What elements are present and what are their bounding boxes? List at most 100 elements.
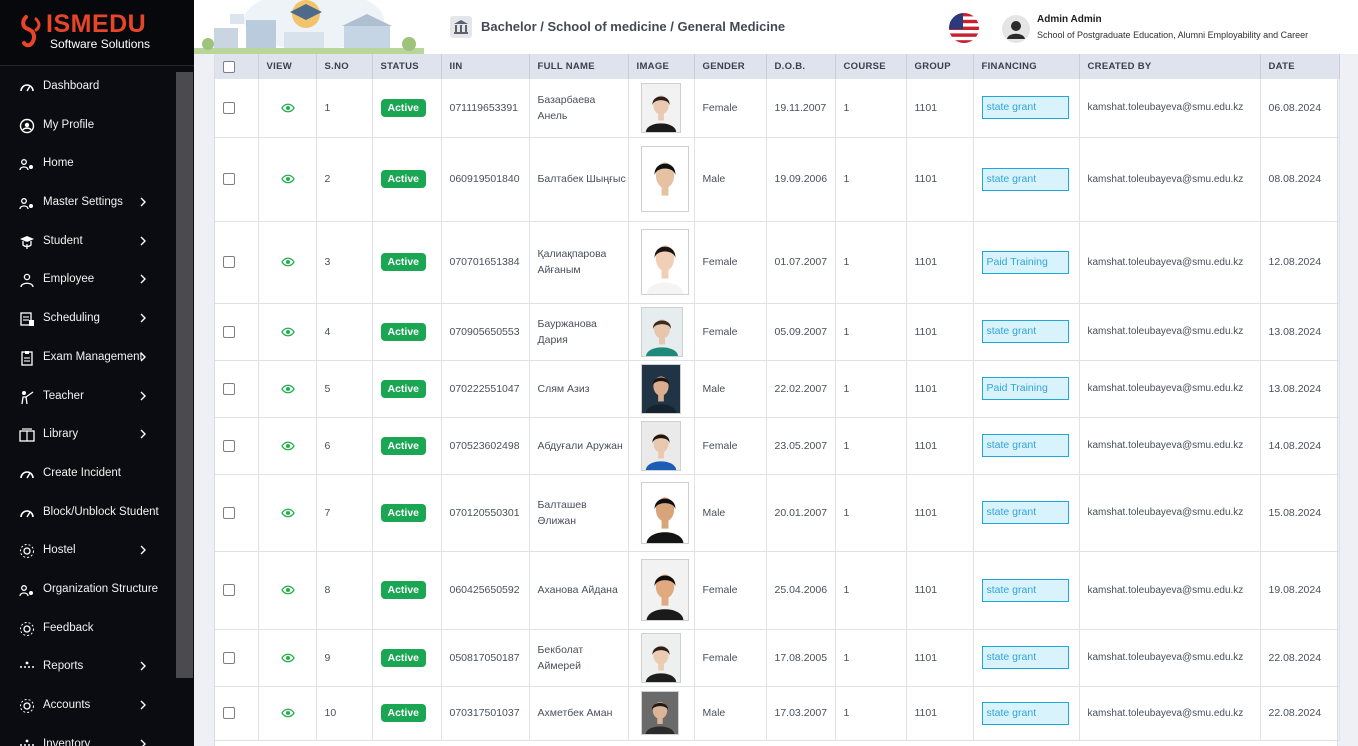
chevron-right-icon[interactable] — [139, 428, 147, 440]
sidebar-item-block-unblock-student[interactable]: Block/Unblock Student — [0, 493, 176, 532]
chevron-right-icon[interactable] — [139, 312, 147, 324]
row-checkbox[interactable] — [223, 439, 235, 452]
student-photo[interactable] — [640, 363, 681, 414]
sidebar-item-my-profile[interactable]: My Profile — [0, 106, 176, 145]
course-cell: 1 — [835, 474, 907, 552]
logo[interactable]: ISMEDU Software Solutions — [0, 0, 194, 66]
sidebar-item-student[interactable]: Student — [0, 222, 176, 261]
eye-icon[interactable] — [280, 257, 295, 267]
sidebar-item-feedback[interactable]: Feedback — [0, 609, 176, 648]
chevron-right-icon[interactable] — [139, 390, 147, 402]
row-checkbox[interactable] — [223, 707, 235, 720]
table-row[interactable]: 2 Active 060919501840 Балтабек Шыңғыс Male 19… — [215, 137, 1340, 222]
row-checkbox[interactable] — [223, 101, 235, 114]
eye-icon[interactable] — [280, 653, 295, 663]
row-checkbox[interactable] — [223, 325, 235, 338]
financing-field[interactable]: state grant — [981, 701, 1069, 725]
sidebar-item-reports[interactable]: Reports — [0, 647, 176, 686]
view-cell — [258, 137, 317, 222]
select-all-header[interactable] — [215, 54, 259, 79]
row-checkbox[interactable] — [223, 173, 235, 186]
row-checkbox[interactable] — [223, 382, 235, 395]
sidebar-item-organization-structure[interactable]: Organization Structure — [0, 570, 176, 609]
financing-field[interactable]: Paid Training — [981, 250, 1069, 274]
student-photo[interactable] — [640, 559, 689, 621]
eye-icon[interactable] — [280, 508, 295, 518]
sidebar-item-hostel[interactable]: Hostel — [0, 531, 176, 570]
row-checkbox[interactable] — [223, 651, 235, 664]
financing-field[interactable]: state grant — [981, 167, 1069, 191]
sidebar-item-scheduling[interactable]: Scheduling — [0, 299, 176, 338]
incident-icon — [20, 471, 34, 479]
user-avatar-icon[interactable] — [1002, 15, 1030, 43]
table-row[interactable]: 7 Active 070120550301 Балташев Әлижан Male 20… — [215, 474, 1340, 552]
chevron-right-icon[interactable] — [139, 738, 147, 746]
sidebar-item-employee[interactable]: Employee — [0, 260, 176, 299]
row-checkbox[interactable] — [223, 584, 235, 597]
student-photo[interactable] — [640, 481, 689, 544]
chevron-right-icon[interactable] — [139, 660, 147, 672]
financing-field[interactable]: state grant — [981, 578, 1069, 602]
sidebar-item-inventory[interactable]: Inventory — [0, 725, 176, 746]
eye-icon[interactable] — [280, 708, 295, 718]
sidebar: ISMEDU Software Solutions Dashboard My Pr… — [0, 0, 194, 746]
chevron-right-icon[interactable] — [139, 196, 147, 208]
table-row[interactable]: 3 Active 070701651384 Қалиақпарова Айғаным F… — [215, 221, 1340, 304]
sidebar-scrollbar[interactable] — [176, 72, 193, 678]
chevron-right-icon[interactable] — [139, 699, 147, 711]
column-header-s-no: S.NO — [316, 54, 373, 79]
chevron-right-icon[interactable] — [139, 544, 147, 556]
eye-icon[interactable] — [280, 441, 295, 451]
sidebar-item-accounts[interactable]: Accounts — [0, 686, 176, 725]
financing-field[interactable]: state grant — [981, 501, 1069, 524]
profile-icon — [19, 118, 35, 133]
sidebar-item-library[interactable]: Library — [0, 415, 176, 454]
breadcrumb[interactable]: Bachelor / School of medicine / General … — [481, 19, 785, 34]
student-photo[interactable] — [640, 632, 681, 683]
full-name-cell: Балташев Әлижан — [529, 474, 629, 552]
sidebar-item-dashboard[interactable]: Dashboard — [0, 67, 176, 106]
chevron-right-icon[interactable] — [139, 273, 147, 285]
sidebar-item-label: Library — [43, 428, 79, 441]
student-photo[interactable] — [640, 691, 679, 735]
student-photo[interactable] — [640, 420, 681, 471]
student-photo[interactable] — [640, 82, 681, 133]
student-photo[interactable] — [640, 306, 683, 357]
financing-field[interactable]: state grant — [981, 320, 1069, 343]
sidebar-item-home[interactable]: Home — [0, 144, 176, 183]
row-checkbox[interactable] — [223, 256, 235, 269]
sidebar-item-teacher[interactable]: Teacher — [0, 377, 176, 416]
financing-field[interactable]: Paid Training — [981, 377, 1069, 400]
eye-icon[interactable] — [280, 174, 295, 184]
students-table-container: VIEW S.NO STATUS IIN FULL NAME IMAGE GENDER D.O… — [214, 54, 1340, 746]
table-row[interactable]: 9 Active 050817050187 Бекболат Аймерей Femal… — [215, 629, 1340, 687]
table-row[interactable]: 10 Active 070317501037 Ахметбек Аман Male 17.… — [215, 686, 1340, 741]
eye-icon[interactable] — [280, 384, 295, 394]
sidebar-item-exam-management[interactable]: Exam Management — [0, 338, 176, 377]
table-row[interactable]: 6 Active 070523602498 Абдуғали Аружан Female… — [215, 417, 1340, 475]
user-name[interactable]: Admin Admin — [1037, 14, 1102, 25]
financing-field[interactable]: state grant — [981, 434, 1069, 457]
chevron-right-icon[interactable] — [139, 235, 147, 247]
us-flag-icon[interactable] — [949, 13, 979, 43]
eye-icon[interactable] — [280, 103, 295, 113]
select-all-checkbox[interactable] — [223, 60, 235, 73]
student-photo[interactable] — [640, 229, 689, 295]
sidebar-item-master-settings[interactable]: Master Settings — [0, 183, 176, 222]
row-select-cell — [215, 474, 259, 552]
view-cell — [258, 303, 317, 361]
sidebar-item-create-incident[interactable]: Create Incident — [0, 454, 176, 493]
student-photo[interactable] — [640, 146, 689, 212]
chevron-right-icon[interactable] — [139, 351, 147, 363]
eye-icon[interactable] — [280, 585, 295, 595]
row-checkbox[interactable] — [223, 506, 235, 519]
financing-field[interactable]: state grant — [981, 96, 1069, 120]
table-row[interactable]: 5 Active 070222551047 Слям Азиз Male 22.02.20… — [215, 360, 1340, 418]
eye-icon[interactable] — [280, 327, 295, 337]
full-name-cell: Ахметбек Аман — [529, 686, 629, 741]
group-cell: 1101 — [906, 474, 974, 552]
table-row[interactable]: 8 Active 060425650592 Аханова Айдана Female 2… — [215, 551, 1340, 630]
table-row[interactable]: 4 Active 070905650553 Бауржанова Дария Femal… — [215, 303, 1340, 361]
financing-field[interactable]: state grant — [981, 646, 1069, 669]
table-row[interactable]: 1 Active 071119653391 Базарбаева Анель Femal… — [215, 79, 1340, 138]
